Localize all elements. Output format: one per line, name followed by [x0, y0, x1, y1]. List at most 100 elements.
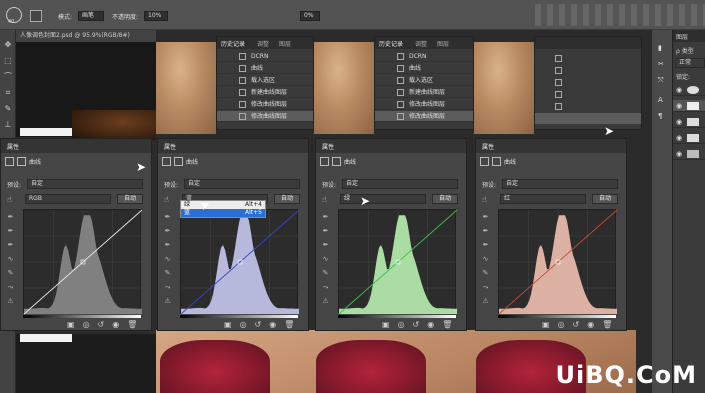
- smooth-icon[interactable]: ⤳: [163, 283, 172, 292]
- channel-select[interactable]: RGB: [25, 194, 111, 204]
- eyedropper-black-icon[interactable]: ✒: [321, 213, 330, 222]
- move-tool-icon[interactable]: ✥: [3, 40, 13, 50]
- curve-graph[interactable]: [180, 209, 299, 314]
- visibility-icon[interactable]: ◉: [112, 320, 119, 329]
- blend-mode-select[interactable]: 正常: [675, 58, 705, 68]
- eye-icon[interactable]: ◉: [676, 150, 684, 158]
- eyedropper-white-icon[interactable]: ✒: [163, 241, 172, 250]
- delete-icon[interactable]: 🗑: [127, 320, 137, 329]
- eyedropper-black-icon[interactable]: ✒: [6, 213, 15, 222]
- smooth-icon[interactable]: ⤳: [481, 283, 490, 292]
- channel-select[interactable]: 绿: [340, 194, 426, 204]
- reset-icon[interactable]: ↺: [573, 320, 580, 329]
- history-row[interactable]: 曲线: [217, 63, 313, 74]
- edit-points-icon[interactable]: ☝: [322, 195, 327, 204]
- crop-tool-icon[interactable]: ⌗: [3, 88, 13, 98]
- layer-row-selected[interactable]: ◉: [673, 100, 705, 112]
- eyedropper-black-icon[interactable]: ✒: [481, 213, 490, 222]
- visibility-icon[interactable]: ◉: [427, 320, 434, 329]
- view-previous-icon[interactable]: ◎: [83, 320, 90, 329]
- curve-point-icon[interactable]: ∿: [163, 255, 172, 264]
- clip-layer-icon[interactable]: ▣: [542, 320, 550, 329]
- clip-warning-icon[interactable]: ⚠: [321, 297, 330, 306]
- pencil-icon[interactable]: ✎: [163, 269, 172, 278]
- layer-row[interactable]: ◉: [673, 148, 705, 160]
- delete-icon[interactable]: 🗑: [442, 320, 452, 329]
- tab-adjust[interactable]: 调整: [257, 39, 269, 48]
- view-previous-icon[interactable]: ◎: [240, 320, 247, 329]
- stamp-tool-icon[interactable]: ⊥: [3, 120, 13, 130]
- curve-point-icon[interactable]: ∿: [6, 255, 15, 264]
- history-row-selected[interactable]: 修改曲线图层: [217, 111, 313, 122]
- history-row[interactable]: 修改曲线图层: [217, 99, 313, 110]
- auto-button[interactable]: 自动: [592, 194, 618, 204]
- marquee-tool-icon[interactable]: ⬚: [3, 56, 13, 66]
- visibility-icon[interactable]: ◉: [587, 320, 594, 329]
- pencil-icon[interactable]: ✎: [321, 269, 330, 278]
- pencil-icon[interactable]: ✎: [6, 269, 15, 278]
- view-previous-icon[interactable]: ◎: [398, 320, 405, 329]
- clip-layer-icon[interactable]: ▣: [224, 320, 232, 329]
- lasso-tool-icon[interactable]: ⌒: [3, 72, 13, 82]
- layer-kind-filter[interactable]: ρ 类型: [676, 46, 694, 55]
- history-row-selected[interactable]: 修改曲线图层: [375, 111, 473, 122]
- eyedropper-gray-icon[interactable]: ✒: [481, 227, 490, 236]
- edit-points-icon[interactable]: ☝: [482, 195, 487, 204]
- pencil-icon[interactable]: ✎: [481, 269, 490, 278]
- reset-icon[interactable]: ↺: [413, 320, 420, 329]
- mode-select[interactable]: 画笔: [78, 11, 104, 21]
- reset-icon[interactable]: ↺: [255, 320, 262, 329]
- clip-layer-icon[interactable]: ▣: [382, 320, 390, 329]
- eyedropper-white-icon[interactable]: ✒: [481, 241, 490, 250]
- history-row[interactable]: 载入选区: [217, 75, 313, 86]
- preset-select[interactable]: 自定: [27, 179, 143, 189]
- history-row[interactable]: 载入选区: [375, 75, 473, 86]
- dock-icon[interactable]: ✂: [658, 60, 666, 68]
- history-row[interactable]: 修改曲线图层: [375, 99, 473, 110]
- curve-point-icon[interactable]: ∿: [321, 255, 330, 264]
- auto-button[interactable]: 自动: [274, 194, 300, 204]
- layer-row[interactable]: ◉: [673, 116, 705, 128]
- view-previous-icon[interactable]: ◎: [558, 320, 565, 329]
- smoothing-input[interactable]: 0%: [300, 11, 320, 21]
- layer-row[interactable]: ◉: [673, 84, 705, 96]
- channel-menu-item-blue[interactable]: 蓝 Alt+5: [181, 209, 265, 217]
- clip-warning-icon[interactable]: ⚠: [6, 297, 15, 306]
- clip-warning-icon[interactable]: ⚠: [163, 297, 172, 306]
- eyedropper-white-icon[interactable]: ✒: [321, 241, 330, 250]
- clip-warning-icon[interactable]: ⚠: [481, 297, 490, 306]
- brush-tool-icon[interactable]: ✎: [3, 104, 13, 114]
- history-row[interactable]: DCRN: [375, 51, 473, 62]
- history-row[interactable]: DCRN: [217, 51, 313, 62]
- history-row[interactable]: 曲线: [375, 63, 473, 74]
- edit-points-icon[interactable]: ☝: [164, 195, 169, 204]
- delete-icon[interactable]: 🗑: [284, 320, 294, 329]
- auto-button[interactable]: 自动: [117, 194, 143, 204]
- eyedropper-black-icon[interactable]: ✒: [163, 213, 172, 222]
- visibility-icon[interactable]: ◉: [269, 320, 276, 329]
- tab-history[interactable]: 历史记录: [221, 39, 245, 48]
- curve-graph[interactable]: [498, 209, 617, 314]
- curve-graph[interactable]: [23, 209, 142, 314]
- eye-icon[interactable]: ◉: [676, 102, 684, 110]
- tab-adjust[interactable]: 调整: [415, 39, 427, 48]
- channel-menu-item-green[interactable]: 绿 Alt+4: [181, 201, 265, 209]
- tab-layers[interactable]: 图层: [437, 39, 449, 48]
- history-row[interactable]: 新建曲线图层: [375, 87, 473, 98]
- tab-layers[interactable]: 图层: [279, 39, 291, 48]
- dock-icon[interactable]: A: [658, 96, 666, 104]
- edit-points-icon[interactable]: ☝: [7, 195, 12, 204]
- opacity-input[interactable]: 10%: [144, 11, 168, 21]
- preset-select[interactable]: 自定: [184, 179, 300, 189]
- eye-icon[interactable]: ◉: [676, 134, 684, 142]
- auto-button[interactable]: 自动: [432, 194, 458, 204]
- reset-icon[interactable]: ↺: [98, 320, 105, 329]
- smooth-icon[interactable]: ⤳: [6, 283, 15, 292]
- eyedropper-white-icon[interactable]: ✒: [6, 241, 15, 250]
- curve-graph[interactable]: [338, 209, 457, 314]
- channel-select[interactable]: 红: [500, 194, 586, 204]
- eye-icon[interactable]: ◉: [676, 118, 684, 126]
- preset-select[interactable]: 自定: [342, 179, 458, 189]
- layer-row[interactable]: ◉: [673, 132, 705, 144]
- eyedropper-gray-icon[interactable]: ✒: [163, 227, 172, 236]
